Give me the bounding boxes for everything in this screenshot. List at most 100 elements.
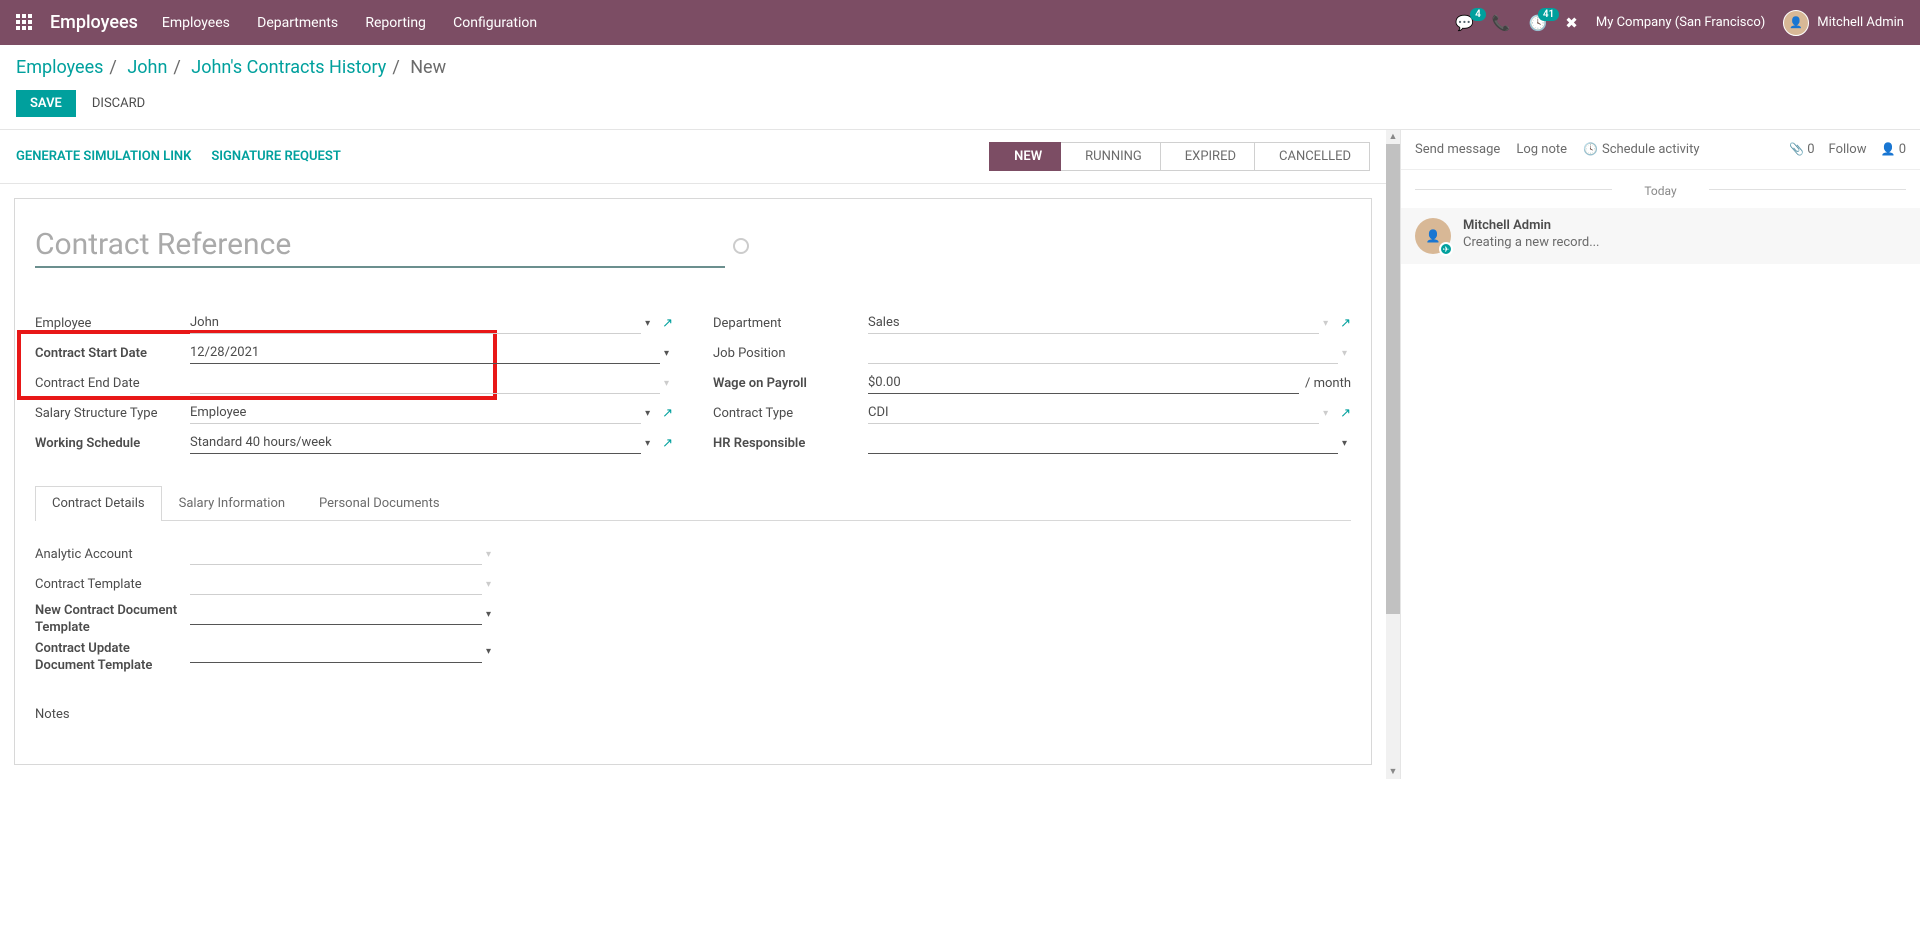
contract-reference-input[interactable] [35, 223, 725, 268]
chevron-down-icon[interactable]: ▾ [1319, 408, 1332, 419]
tab-personal-documents[interactable]: Personal Documents [302, 486, 457, 520]
external-link-icon[interactable]: ↗ [662, 406, 673, 421]
messages-badge: 4 [1470, 8, 1486, 21]
chevron-down-icon[interactable]: ▾ [660, 348, 673, 359]
tab-salary-information[interactable]: Salary Information [162, 486, 302, 520]
messages-icon[interactable]: 💬4 [1455, 14, 1474, 32]
chevron-down-icon[interactable]: ▾ [1338, 348, 1351, 359]
tab-contract-details[interactable]: Contract Details [35, 486, 162, 521]
chatter-panel: Send message Log note Schedule activity … [1400, 130, 1920, 779]
external-link-icon[interactable]: ↗ [1340, 316, 1351, 331]
breadcrumb-contracts-history[interactable]: John's Contracts History [191, 57, 386, 78]
clock-icon [1583, 142, 1602, 157]
label-analytic-account: Analytic Account [35, 547, 190, 562]
nav-employees[interactable]: Employees [162, 15, 230, 31]
attachments-count[interactable]: 0 [1789, 142, 1815, 157]
breadcrumb-row: Employees/ John/ John's Contracts Histor… [0, 45, 1920, 86]
nav-departments[interactable]: Departments [257, 15, 338, 31]
salary-structure-type-field[interactable] [190, 402, 641, 424]
app-brand[interactable]: Employees [50, 12, 138, 33]
contract-template-field[interactable] [190, 573, 482, 595]
external-link-icon[interactable]: ↗ [662, 436, 673, 451]
chevron-down-icon[interactable]: ▾ [482, 609, 495, 620]
label-contract-template: Contract Template [35, 577, 190, 592]
stage-cancelled[interactable]: CANCELLED [1255, 142, 1370, 171]
right-field-column: Department ▾ ↗ Job Position ▾ Wage on Pa… [713, 308, 1351, 458]
chevron-down-icon[interactable]: ▾ [660, 378, 673, 389]
working-schedule-field[interactable] [190, 432, 641, 454]
job-position-field[interactable] [868, 342, 1338, 364]
nav-reporting[interactable]: Reporting [365, 15, 426, 31]
chevron-down-icon[interactable]: ▾ [482, 549, 495, 560]
breadcrumb: Employees/ John/ John's Contracts Histor… [16, 57, 1904, 78]
contract-type-field[interactable] [868, 402, 1319, 424]
label-salary-structure-type: Salary Structure Type [35, 406, 190, 421]
contract-update-doc-template-field[interactable] [190, 641, 482, 663]
kanban-state-icon[interactable] [733, 238, 749, 254]
chevron-down-icon[interactable]: ▾ [1338, 438, 1351, 449]
external-link-icon[interactable]: ↗ [1340, 406, 1351, 421]
scroll-up-icon[interactable]: ▲ [1386, 130, 1400, 144]
employee-field[interactable] [190, 312, 641, 334]
chevron-down-icon[interactable]: ▾ [482, 646, 495, 657]
new-contract-doc-template-field[interactable] [190, 603, 482, 625]
contract-end-date-field[interactable] [190, 372, 660, 394]
phone-icon[interactable]: 📞 [1492, 14, 1511, 32]
log-note-button[interactable]: Log note [1516, 142, 1567, 157]
save-button[interactable]: SAVE [16, 90, 76, 117]
label-contract-type: Contract Type [713, 406, 868, 421]
label-wage-on-payroll: Wage on Payroll [713, 376, 868, 391]
breadcrumb-current: New [410, 57, 446, 78]
label-notes: Notes [35, 707, 1351, 722]
company-selector[interactable]: My Company (San Francisco) [1596, 15, 1765, 30]
top-nav: Employees Departments Reporting Configur… [162, 15, 561, 31]
chevron-down-icon[interactable]: ▾ [641, 408, 654, 419]
statusbar: NEW RUNNING EXPIRED CANCELLED [989, 142, 1370, 171]
follow-button[interactable]: Follow [1829, 142, 1867, 157]
department-field[interactable] [868, 312, 1319, 334]
paperclip-icon [1789, 142, 1804, 157]
label-contract-end-date: Contract End Date [35, 376, 190, 391]
schedule-activity-button[interactable]: Schedule activity [1583, 142, 1699, 157]
chevron-down-icon[interactable]: ▾ [482, 579, 495, 590]
discard-button[interactable]: DISCARD [88, 90, 149, 117]
form-tabs: Contract Details Salary Information Pers… [35, 486, 1351, 521]
external-link-icon[interactable]: ↗ [662, 316, 673, 331]
chevron-down-icon[interactable]: ▾ [641, 438, 654, 449]
label-department: Department [713, 316, 868, 331]
chevron-down-icon[interactable]: ▾ [641, 318, 654, 329]
vertical-scrollbar[interactable]: ▲ ▼ [1386, 130, 1400, 779]
avatar-icon: 👤 [1783, 10, 1809, 36]
apps-icon[interactable] [16, 14, 34, 32]
settings-icon[interactable]: ✖ [1565, 14, 1578, 32]
hr-responsible-field[interactable] [868, 432, 1338, 454]
stage-new[interactable]: NEW [989, 142, 1061, 171]
analytic-account-field[interactable] [190, 543, 482, 565]
activities-badge: 41 [1538, 8, 1559, 21]
topbar: Employees Employees Departments Reportin… [0, 0, 1920, 45]
followers-count[interactable]: 0 [1881, 142, 1907, 157]
label-working-schedule: Working Schedule [35, 436, 190, 451]
left-field-column: Employee ▾ ↗ Contract Start Date ▾ Contr… [35, 308, 673, 458]
scroll-down-icon[interactable]: ▼ [1386, 765, 1400, 779]
signature-request-link[interactable]: SIGNATURE REQUEST [211, 149, 340, 164]
stage-expired[interactable]: EXPIRED [1161, 142, 1255, 171]
stage-running[interactable]: RUNNING [1061, 142, 1161, 171]
tab-content-contract-details: Analytic Account ▾ Contract Template ▾ N… [35, 521, 1351, 740]
breadcrumb-john[interactable]: John [127, 57, 167, 78]
nav-configuration[interactable]: Configuration [453, 15, 537, 31]
contract-start-date-field[interactable] [190, 342, 660, 364]
user-menu[interactable]: 👤 Mitchell Admin [1783, 10, 1904, 36]
wage-on-payroll-field[interactable] [868, 372, 1299, 394]
label-new-contract-doc-template: New Contract Document Template [35, 603, 190, 637]
scrollbar-thumb[interactable] [1386, 144, 1400, 614]
user-name: Mitchell Admin [1817, 15, 1904, 30]
label-job-position: Job Position [713, 346, 868, 361]
activities-icon[interactable]: 🕓41 [1529, 14, 1548, 32]
user-icon [1881, 142, 1896, 157]
breadcrumb-employees[interactable]: Employees [16, 57, 103, 78]
chevron-down-icon[interactable]: ▾ [1319, 318, 1332, 329]
send-message-button[interactable]: Send message [1415, 142, 1500, 157]
generate-simulation-link[interactable]: GENERATE SIMULATION LINK [16, 149, 191, 164]
label-contract-start-date: Contract Start Date [35, 346, 190, 361]
